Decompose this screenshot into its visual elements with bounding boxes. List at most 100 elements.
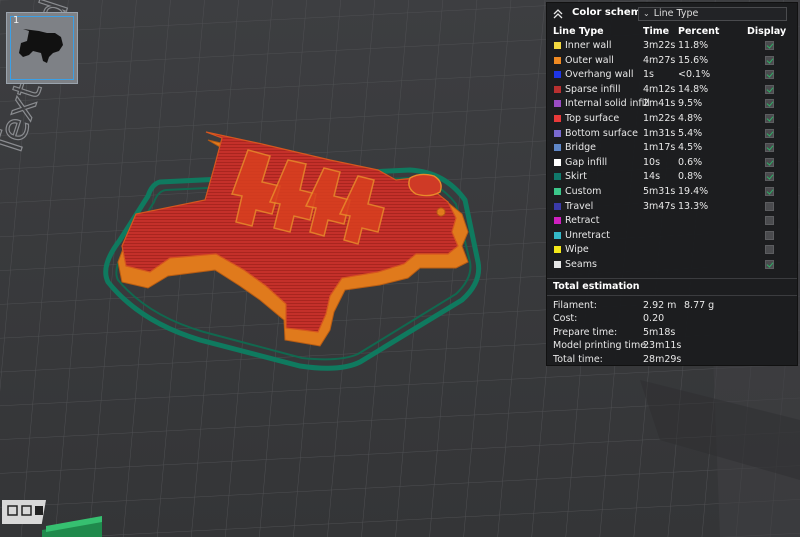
- line-type-name: Skirt: [565, 171, 587, 183]
- display-checkbox[interactable]: [765, 99, 774, 109]
- line-type-name: Travel: [565, 200, 594, 212]
- display-checkbox[interactable]: [765, 143, 774, 153]
- display-checkbox[interactable]: [765, 186, 774, 196]
- chevrons-up-icon[interactable]: [553, 9, 563, 19]
- line-type-time: 5m31s: [643, 185, 676, 197]
- legend-row: Wipe: [547, 243, 797, 258]
- line-type-time: 1m17s: [643, 142, 676, 154]
- legend-title: Color scheme: [572, 7, 648, 18]
- legend-row: Inner wall 3m22s 11.8%: [547, 39, 797, 54]
- total-time-value: 28m29s: [643, 353, 682, 365]
- legend-row: Gap infill 10s 0.6%: [547, 156, 797, 171]
- line-type-swatch: [554, 231, 561, 239]
- line-type-swatch: [554, 217, 561, 225]
- legend-row: Outer wall 4m27s 15.6%: [547, 54, 797, 69]
- header-time: Time: [643, 26, 670, 37]
- filament-label: Filament:: [553, 299, 597, 311]
- legend-row: Travel 3m47s 13.3%: [547, 200, 797, 215]
- line-type-name: Outer wall: [565, 54, 614, 66]
- display-checkbox[interactable]: [765, 245, 774, 255]
- legend-row: Bridge 1m17s 4.5%: [547, 141, 797, 156]
- display-checkbox[interactable]: [765, 70, 774, 80]
- cost-value: 0.20: [643, 313, 665, 324]
- line-type-time: 3m22s: [643, 40, 676, 51]
- legend-row: Unretract: [547, 229, 797, 244]
- bottom-toolbar[interactable]: [2, 500, 102, 537]
- display-checkbox[interactable]: [765, 172, 774, 182]
- legend-column-headers: Line Type Time Percent Display: [547, 25, 797, 39]
- display-checkbox[interactable]: [765, 216, 774, 226]
- line-type-swatch: [554, 260, 561, 268]
- line-type-name: Bottom surface: [565, 127, 638, 139]
- filament-length: 2.92 m: [643, 299, 677, 311]
- line-type-swatch: [554, 85, 561, 93]
- line-type-percent: 4.8%: [678, 112, 703, 124]
- estimation-cost: Cost: 0.20: [547, 312, 797, 326]
- header-display: Display: [747, 26, 787, 37]
- legend-row: Overhang wall 1s <0.1%: [547, 68, 797, 83]
- legend-row: Top surface 1m22s 4.8%: [547, 112, 797, 127]
- line-type-percent: 13.3%: [678, 200, 709, 212]
- line-type-swatch: [554, 173, 561, 181]
- plate-thumbnail[interactable]: 1: [6, 12, 78, 84]
- estimation-total: Total time: 28m29s: [547, 353, 797, 367]
- line-type-swatch: [554, 114, 561, 122]
- line-type-percent: <0.1%: [678, 69, 711, 81]
- display-checkbox[interactable]: [765, 55, 774, 65]
- display-checkbox[interactable]: [765, 84, 774, 94]
- line-type-swatch: [554, 158, 561, 166]
- legend-row: Sparse infill 4m12s 14.8%: [547, 83, 797, 98]
- line-type-time: 3m47s: [643, 200, 676, 212]
- line-type-percent: 0.6%: [678, 156, 703, 168]
- estimation-title: Total estimation: [547, 279, 797, 295]
- color-scheme-select[interactable]: ⌄ Line Type: [638, 7, 787, 21]
- dog-silhouette-icon: [19, 29, 63, 63]
- estimation-title-text: Total estimation: [553, 280, 640, 292]
- line-type-name: Seams: [565, 258, 597, 270]
- line-type-name: Internal solid infill: [565, 98, 650, 110]
- display-checkbox[interactable]: [765, 113, 774, 123]
- model-time-label: Model printing time:: [553, 340, 650, 351]
- legend-row: Custom 5m31s 19.4%: [547, 185, 797, 200]
- display-checkbox[interactable]: [765, 230, 774, 240]
- prepare-label: Prepare time:: [553, 326, 618, 338]
- model-time-value: 23m11s: [643, 340, 682, 351]
- line-type-swatch: [554, 71, 561, 79]
- line-type-name: Wipe: [565, 244, 589, 256]
- line-type-swatch: [554, 187, 561, 195]
- line-type-time: 1m22s: [643, 112, 676, 124]
- line-type-swatch: [554, 202, 561, 210]
- line-type-swatch: [554, 246, 561, 254]
- legend-row: Retract: [547, 214, 797, 229]
- display-checkbox[interactable]: [765, 41, 774, 50]
- legend-row: Internal solid infill 2m41s 9.5%: [547, 97, 797, 112]
- legend-row: Skirt 14s 0.8%: [547, 170, 797, 185]
- estimation-prepare: Prepare time: 5m18s: [547, 326, 797, 340]
- line-type-percent: 15.6%: [678, 54, 709, 66]
- line-type-swatch: [554, 42, 561, 49]
- display-checkbox[interactable]: [765, 157, 774, 167]
- estimation-filament: Filament: 2.92 m 8.77 g: [547, 299, 797, 313]
- model-ear: [408, 173, 442, 197]
- line-type-time: 2m41s: [643, 98, 676, 110]
- line-type-time: 14s: [643, 171, 661, 183]
- line-type-percent: 0.8%: [678, 171, 703, 183]
- display-checkbox[interactable]: [765, 128, 774, 138]
- line-type-time: 10s: [643, 156, 661, 168]
- legend-row: Bottom surface 1m31s 5.4%: [547, 127, 797, 142]
- line-type-name: Overhang wall: [565, 69, 634, 81]
- line-type-name: Sparse infill: [565, 83, 621, 95]
- line-type-time: 1m31s: [643, 127, 676, 139]
- line-type-name: Bridge: [565, 142, 596, 154]
- view-icon[interactable]: [35, 506, 43, 515]
- display-checkbox[interactable]: [765, 259, 774, 269]
- legend-header: Color scheme ⌄ Line Type: [547, 3, 797, 25]
- color-scheme-value: Line Type: [653, 8, 699, 19]
- line-type-name: Retract: [565, 215, 600, 227]
- line-type-swatch: [554, 144, 561, 152]
- line-type-swatch: [554, 129, 561, 137]
- display-checkbox[interactable]: [765, 201, 774, 211]
- cost-label: Cost:: [553, 313, 578, 324]
- line-type-time: 4m27s: [643, 54, 676, 66]
- line-type-name: Custom: [565, 185, 602, 197]
